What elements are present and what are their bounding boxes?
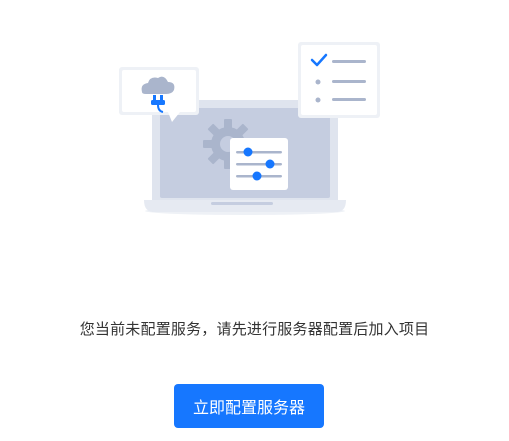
cloud-plug-bubble-icon	[119, 67, 199, 122]
empty-state-message: 您当前未配置服务，请先进行服务器配置后加入项目	[79, 320, 430, 338]
server-config-illustration	[110, 40, 390, 220]
configure-server-button[interactable]: 立即配置服务器	[174, 384, 324, 428]
empty-state-page: 您当前未配置服务，请先进行服务器配置后加入项目 立即配置服务器	[0, 0, 509, 441]
sliders-panel-icon	[230, 138, 288, 190]
checklist-card-icon	[298, 42, 380, 118]
